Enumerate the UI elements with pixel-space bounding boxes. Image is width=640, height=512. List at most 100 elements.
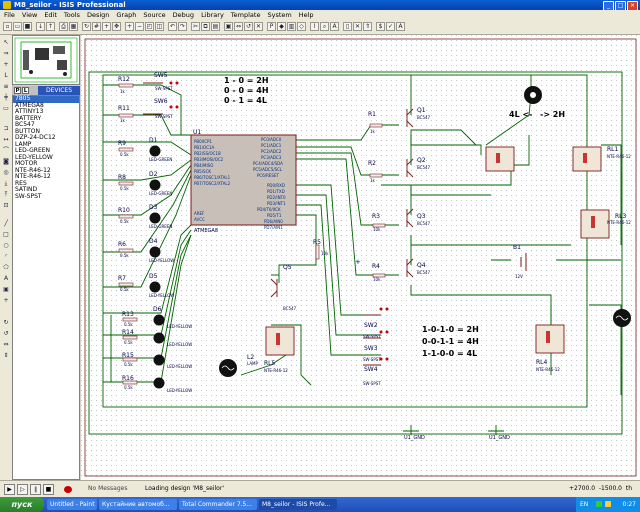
language-indicator[interactable]: EN [580,497,588,512]
overview-window[interactable] [12,35,80,85]
zoom-in-icon[interactable]: + [125,22,134,31]
tray-icon[interactable] [605,501,611,507]
pan-icon[interactable]: ✥ [112,22,121,31]
zoom-out-icon[interactable]: − [135,22,144,31]
rotate-cw-icon[interactable]: ↻ [2,319,10,327]
import-icon[interactable]: ↓ [36,22,45,31]
save-icon[interactable]: ■ [23,22,32,31]
paste-icon[interactable]: ▤ [211,22,220,31]
netlist-to-ares-icon[interactable]: A [396,22,405,31]
text-script-icon[interactable]: ≡ [2,83,10,91]
menu-template[interactable]: Template [231,10,261,20]
pick-device-icon[interactable]: P [267,22,276,31]
menu-file[interactable]: File [4,10,15,20]
origin-icon[interactable]: + [102,22,111,31]
redo-icon[interactable]: ↷ [178,22,187,31]
new-icon[interactable]: ▫ [3,22,12,31]
menu-debug[interactable]: Debug [173,10,194,20]
refresh-icon[interactable]: ↻ [82,22,91,31]
path-2d-icon[interactable]: ⬠ [2,264,10,272]
schematic-canvas[interactable]: 1 - 0 = 2H 0 - 0 = 4H 0 - 1 = 4L 1-0-1-0… [81,35,640,480]
block-rotate-icon[interactable]: ↺ [244,22,253,31]
line-2d-icon[interactable]: ╱ [2,220,10,228]
mcu-pin-label: PC6/RESET [257,173,279,178]
wire-label-icon[interactable]: L [2,72,10,80]
taskbar-item[interactable]: Untitled - Paint [47,499,97,510]
property-tool-icon[interactable]: A [330,22,339,31]
play-icon[interactable]: ▶ [4,484,15,495]
mirror-y-icon[interactable]: ⇕ [2,352,10,360]
junction-dot-icon[interactable]: + [2,61,10,69]
subcircuit-icon[interactable]: ▭ [2,105,10,113]
virtual-instrument-icon[interactable]: ⊡ [2,202,10,210]
messages-status[interactable]: No Messages [88,485,128,492]
taskbar-item[interactable]: M8_seilor - ISIS Profe... [259,499,337,510]
copy-icon[interactable]: ⧉ [201,22,210,31]
menu-edit[interactable]: Edit [44,10,57,20]
print-area-icon[interactable]: ▦ [69,22,78,31]
terminals-icon[interactable]: ⊐ [2,125,10,133]
relay-rl2[interactable] [485,146,515,172]
pick-devices-button[interactable]: P [14,87,21,94]
decompose-icon[interactable]: ◇ [297,22,306,31]
start-button[interactable]: пуск [0,497,44,512]
menu-view[interactable]: View [22,10,37,20]
bus-icon[interactable]: ╪ [2,94,10,102]
tray-icon[interactable] [596,501,602,507]
library-manager-button[interactable]: L [22,87,29,94]
circle-2d-icon[interactable]: ○ [2,242,10,250]
menu-library[interactable]: Library [201,10,224,20]
cut-icon[interactable]: ✂ [191,22,200,31]
stop-icon[interactable]: ■ [43,484,54,495]
voltage-probe-icon[interactable]: ⤓ [2,180,10,188]
taskbar-item[interactable]: Кустайние автомоб... [99,499,177,510]
search-icon[interactable]: ⌕ [320,22,329,31]
menu-system[interactable]: System [267,10,291,20]
new-sheet-icon[interactable]: ▯ [343,22,352,31]
step-icon[interactable]: ▷ [17,484,28,495]
led-ref: D1 [149,137,158,144]
export-icon[interactable]: ↑ [46,22,55,31]
pause-icon[interactable]: ∥ [30,484,41,495]
graph-icon[interactable]: ⌒ [2,147,10,155]
text-2d-icon[interactable]: A [2,275,10,283]
zoom-area-icon[interactable]: ◫ [155,22,164,31]
taskbar-item[interactable]: Total Commander 7.5... [179,499,257,510]
block-delete-icon[interactable]: ✕ [254,22,263,31]
package-icon[interactable]: ▥ [287,22,296,31]
selection-mode-icon[interactable]: ↖ [2,39,10,47]
tape-recorder-icon[interactable]: ◙ [2,158,10,166]
switch-ref: SW3 [364,345,378,352]
undo-icon[interactable]: ↶ [168,22,177,31]
make-device-icon[interactable]: ◆ [277,22,286,31]
component-mode-icon[interactable]: ⇒ [2,50,10,58]
device-pins-icon[interactable]: ↦ [2,136,10,144]
print-icon[interactable]: ⎙ [59,22,68,31]
remove-sheet-icon[interactable]: ✕ [353,22,362,31]
menu-help[interactable]: Help [299,10,314,20]
zoom-all-icon[interactable]: ◰ [145,22,154,31]
menu-source[interactable]: Source [143,10,165,20]
block-copy-icon[interactable]: ▣ [224,22,233,31]
grid-icon[interactable]: # [92,22,101,31]
mirror-x-icon[interactable]: ⇔ [2,341,10,349]
arc-2d-icon[interactable]: ◜ [2,253,10,261]
wire-autorouter-icon[interactable]: ⌇ [310,22,319,31]
system-tray: EN 0:27 [576,497,640,512]
open-icon[interactable]: ▭ [13,22,22,31]
marker-2d-icon[interactable]: + [2,297,10,305]
electrical-rule-check-icon[interactable]: ✓ [386,22,395,31]
generator-icon[interactable]: ◎ [2,169,10,177]
exit-to-parent-icon[interactable]: ⇑ [363,22,372,31]
box-2d-icon[interactable]: □ [2,231,10,239]
menu-graph[interactable]: Graph [116,10,136,20]
bill-of-materials-icon[interactable]: $ [376,22,385,31]
rotate-ccw-icon[interactable]: ↺ [2,330,10,338]
block-move-icon[interactable]: ⇔ [234,22,243,31]
current-probe-icon[interactable]: ⤒ [2,191,10,199]
symbol-2d-icon[interactable]: ▣ [2,286,10,294]
menu-design[interactable]: Design [87,10,109,20]
lamp-right[interactable] [613,309,631,327]
menu-tools[interactable]: Tools [64,10,80,20]
device-item[interactable]: SW-SPST [13,193,79,201]
